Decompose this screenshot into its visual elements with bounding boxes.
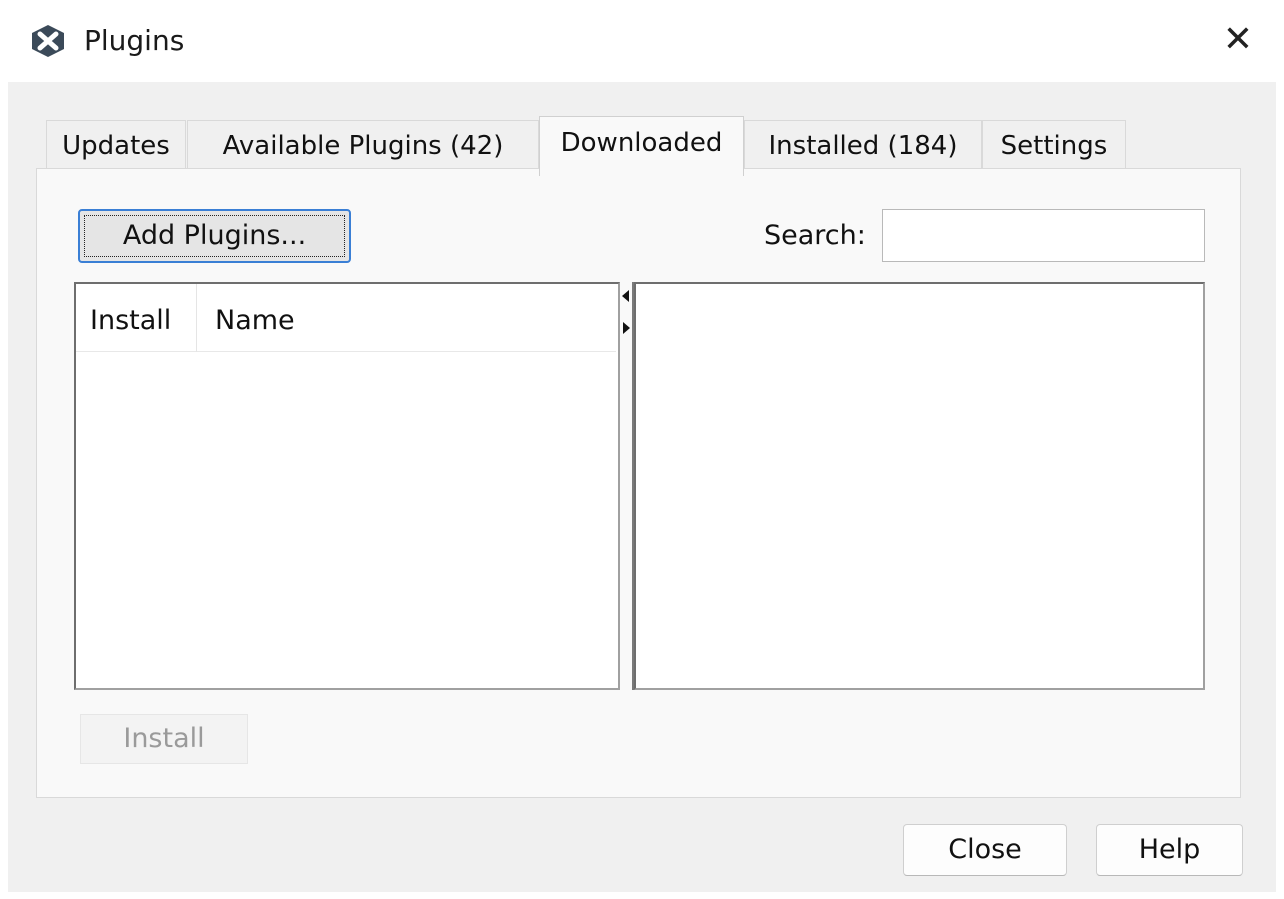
tab-installed[interactable]: Installed (184) [744, 120, 982, 172]
list-header: Install Name [76, 284, 616, 352]
collapse-left-icon[interactable] [622, 290, 629, 302]
close-button[interactable]: Close [903, 824, 1067, 876]
close-icon[interactable]: ✕ [1216, 18, 1260, 62]
tab-updates[interactable]: Updates [46, 120, 186, 172]
plugin-details-pane [634, 282, 1205, 690]
title-bar: Plugins ✕ [0, 0, 1284, 82]
app-logo-icon [32, 25, 64, 57]
add-plugins-label: Add Plugins... [122, 220, 307, 251]
window-title: Plugins [84, 24, 185, 57]
plugin-list[interactable]: Install Name [74, 282, 620, 690]
column-header-name[interactable]: Name [197, 284, 616, 352]
pane-splitter[interactable] [620, 282, 635, 690]
collapse-right-icon[interactable] [623, 322, 630, 334]
tab-settings[interactable]: Settings [982, 120, 1126, 172]
add-plugins-button[interactable]: Add Plugins... [78, 209, 351, 263]
tab-downloaded[interactable]: Downloaded [539, 116, 744, 176]
install-button[interactable]: Install [80, 714, 248, 764]
help-button[interactable]: Help [1096, 824, 1243, 876]
search-input[interactable] [882, 209, 1205, 262]
tab-available-plugins[interactable]: Available Plugins (42) [187, 120, 539, 172]
search-label: Search: [764, 220, 866, 251]
column-header-install[interactable]: Install [76, 284, 197, 352]
